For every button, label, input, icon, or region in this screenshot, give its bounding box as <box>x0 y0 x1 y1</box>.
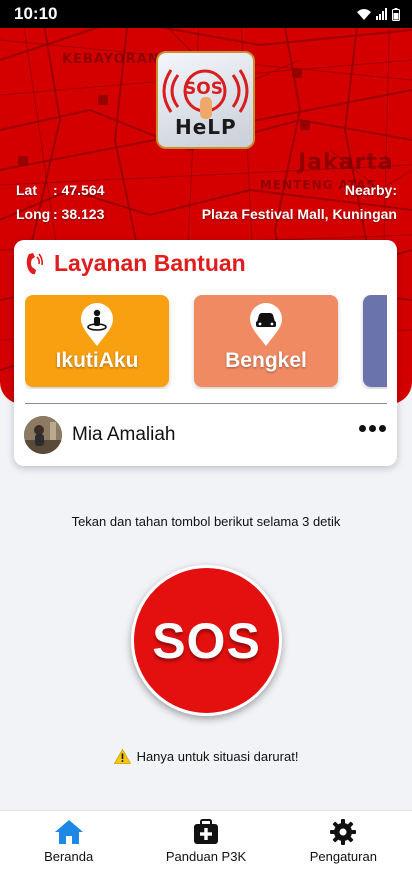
map-label: Jakarta <box>298 150 394 175</box>
more-options-icon[interactable] <box>359 425 386 432</box>
battery-icon <box>392 7 400 21</box>
bottom-navigation: Beranda Panduan P3K Pengaturan <box>0 810 412 870</box>
services-row[interactable]: IkutiAku Bengkel <box>25 295 387 389</box>
gear-icon <box>330 819 357 845</box>
latitude-value: : 47.564 <box>53 182 105 198</box>
nav-label: Pengaturan <box>309 849 377 864</box>
phone-call-icon <box>26 252 43 274</box>
car-pin-icon <box>250 303 282 346</box>
nearby-value: Plaza Festival Mall, Kuningan <box>201 206 397 222</box>
contact-row[interactable]: Mia Amaliah <box>24 415 386 455</box>
status-icons <box>356 7 400 21</box>
contact-name: Mia Amaliah <box>72 424 176 445</box>
signal-icon <box>376 8 387 20</box>
latitude-label: Lat <box>16 182 37 198</box>
status-time: 10:10 <box>14 4 58 23</box>
nearby-label: Nearby: <box>344 182 397 198</box>
card-header: Layanan Bantuan <box>24 250 246 277</box>
nav-item-pengaturan[interactable]: Pengaturan <box>275 811 412 870</box>
nav-label: Panduan P3K <box>165 849 247 864</box>
avatar <box>24 416 62 454</box>
service-tile-bengkel[interactable]: Bengkel <box>194 295 338 387</box>
map-label: KEBAYORAN <box>62 52 160 67</box>
home-icon <box>54 820 83 844</box>
emergency-warning: Hanya untuk situasi darurat! <box>0 749 412 764</box>
service-tile-ikutiaku[interactable]: IkutiAku <box>25 295 169 387</box>
first-aid-kit-icon <box>193 819 218 844</box>
status-bar: 10:10 <box>0 0 412 28</box>
app-logo: SOS HeLP <box>156 51 255 149</box>
nav-item-beranda[interactable]: Beranda <box>0 811 137 870</box>
sos-button-label: SOS <box>152 612 261 669</box>
longitude-value: : 38.123 <box>53 206 105 222</box>
service-card: Layanan Bantuan IkutiAku Bengkel Mia Ama… <box>14 240 397 466</box>
logo-help-text: HeLP <box>175 115 237 139</box>
service-label: Bengkel <box>225 349 307 372</box>
services-title: Layanan Bantuan <box>54 250 246 276</box>
sos-button[interactable]: SOS <box>131 565 282 716</box>
card-divider <box>25 403 387 404</box>
person-pin-icon <box>81 303 113 346</box>
warning-icon <box>113 749 131 764</box>
nav-item-panduan-p3k[interactable]: Panduan P3K <box>137 811 274 870</box>
avatar-photo <box>24 416 62 454</box>
longitude-label: Long <box>16 206 51 222</box>
logo-sos-text: SOS <box>184 79 223 99</box>
nav-label: Beranda <box>44 849 94 864</box>
warning-text: Hanya untuk situasi darurat! <box>136 749 299 764</box>
sos-instruction: Tekan dan tahan tombol berikut selama 3 … <box>71 514 341 529</box>
service-tile-partial[interactable] <box>363 295 387 387</box>
wifi-icon <box>357 8 371 20</box>
service-label: IkutiAku <box>55 349 139 372</box>
